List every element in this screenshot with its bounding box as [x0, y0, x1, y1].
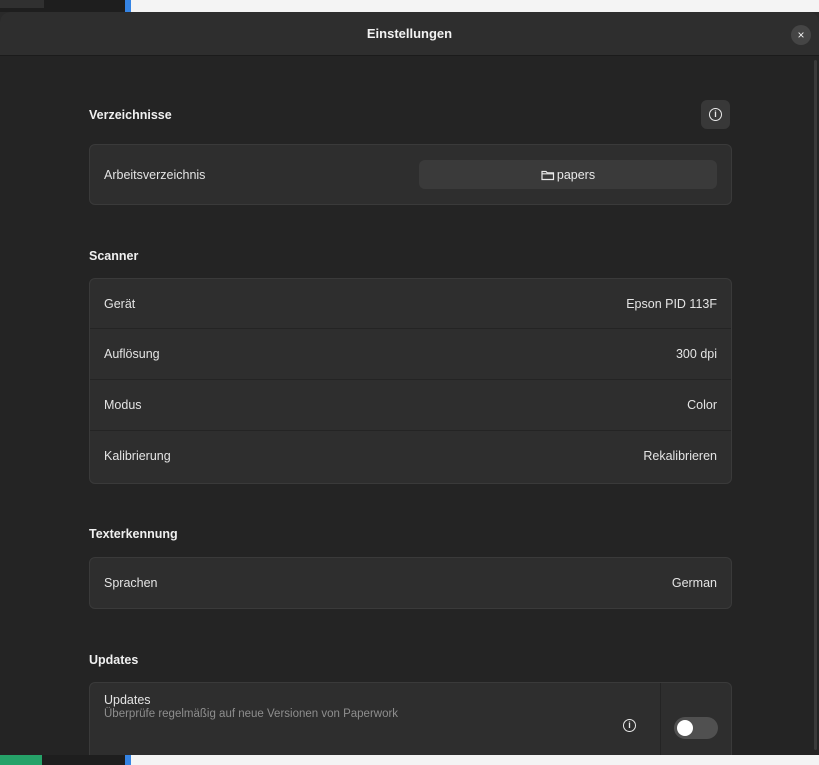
dialog-title: Einstellungen — [366, 26, 453, 41]
scanner-calibration-label: Kalibrierung — [104, 449, 171, 463]
settings-dialog: Einstellungen × Verzeichnisse i Arbeitsv… — [0, 12, 819, 755]
scanner-resolution-row[interactable]: Auflösung 300 dpi — [90, 329, 731, 380]
ocr-card: Sprachen German — [89, 557, 732, 609]
directories-card: Arbeitsverzeichnis papers — [89, 144, 732, 205]
work-dir-row: Arbeitsverzeichnis papers — [90, 145, 731, 204]
background-window-tile — [0, 0, 44, 8]
close-icon: × — [797, 28, 805, 42]
info-icon: i — [709, 108, 722, 121]
background-window — [131, 0, 819, 12]
desktop-background-top — [0, 0, 819, 12]
background-terminal — [0, 755, 42, 765]
updates-row-title: Updates — [104, 693, 151, 707]
updates-row-subtitle: Überprüfe regelmäßig auf neue Versionen … — [104, 708, 399, 720]
updates-toggle[interactable] — [674, 717, 718, 739]
updates-row: Updates Überprüfe regelmäßig auf neue Ve… — [90, 683, 731, 755]
scanner-calibration-row[interactable]: Kalibrierung Rekalibrieren — [90, 431, 731, 481]
updates-info-button[interactable]: i — [623, 719, 636, 732]
folder-icon — [541, 169, 555, 181]
section-title-directories: Verzeichnisse — [89, 108, 172, 122]
ocr-languages-label: Sprachen — [104, 576, 158, 590]
scanner-device-label: Gerät — [104, 296, 136, 311]
ocr-languages-value: German — [671, 576, 717, 590]
close-button[interactable]: × — [791, 25, 811, 45]
switch-divider — [660, 683, 661, 755]
section-title-updates: Updates — [89, 653, 139, 667]
work-dir-label: Arbeitsverzeichnis — [104, 167, 206, 182]
scanner-calibration-value: Rekalibrieren — [643, 449, 717, 463]
scanner-card: Gerät Epson PID 113F Auflösung 300 dpi M… — [89, 278, 732, 484]
scanner-resolution-label: Auflösung — [104, 347, 160, 361]
ocr-languages-row[interactable]: Sprachen German — [90, 558, 731, 608]
section-title-ocr: Texterkennung — [89, 527, 178, 541]
updates-card: Updates Überprüfe regelmäßig auf neue Ve… — [89, 682, 732, 755]
section-title-scanner: Scanner — [89, 249, 139, 263]
work-dir-button[interactable]: papers — [419, 160, 717, 189]
desktop-background-bottom — [0, 755, 819, 765]
scanner-mode-label: Modus — [104, 398, 142, 412]
dialog-header: Einstellungen × — [0, 12, 819, 56]
scanner-device-value: Epson PID 113F — [626, 296, 717, 311]
background-window-bottom — [131, 755, 819, 765]
scanner-mode-row[interactable]: Modus Color — [90, 380, 731, 431]
scanner-resolution-value: 300 dpi — [675, 347, 717, 361]
scanner-device-row[interactable]: Gerät Epson PID 113F — [90, 279, 731, 329]
directories-info-button[interactable]: i — [701, 100, 730, 129]
scrollbar[interactable] — [814, 60, 817, 750]
scanner-mode-value: Color — [687, 398, 717, 412]
toggle-knob — [677, 720, 693, 736]
work-dir-value: papers — [556, 167, 596, 182]
updates-text: Updates Überprüfe regelmäßig auf neue Ve… — [104, 683, 398, 720]
info-icon: i — [623, 719, 636, 732]
